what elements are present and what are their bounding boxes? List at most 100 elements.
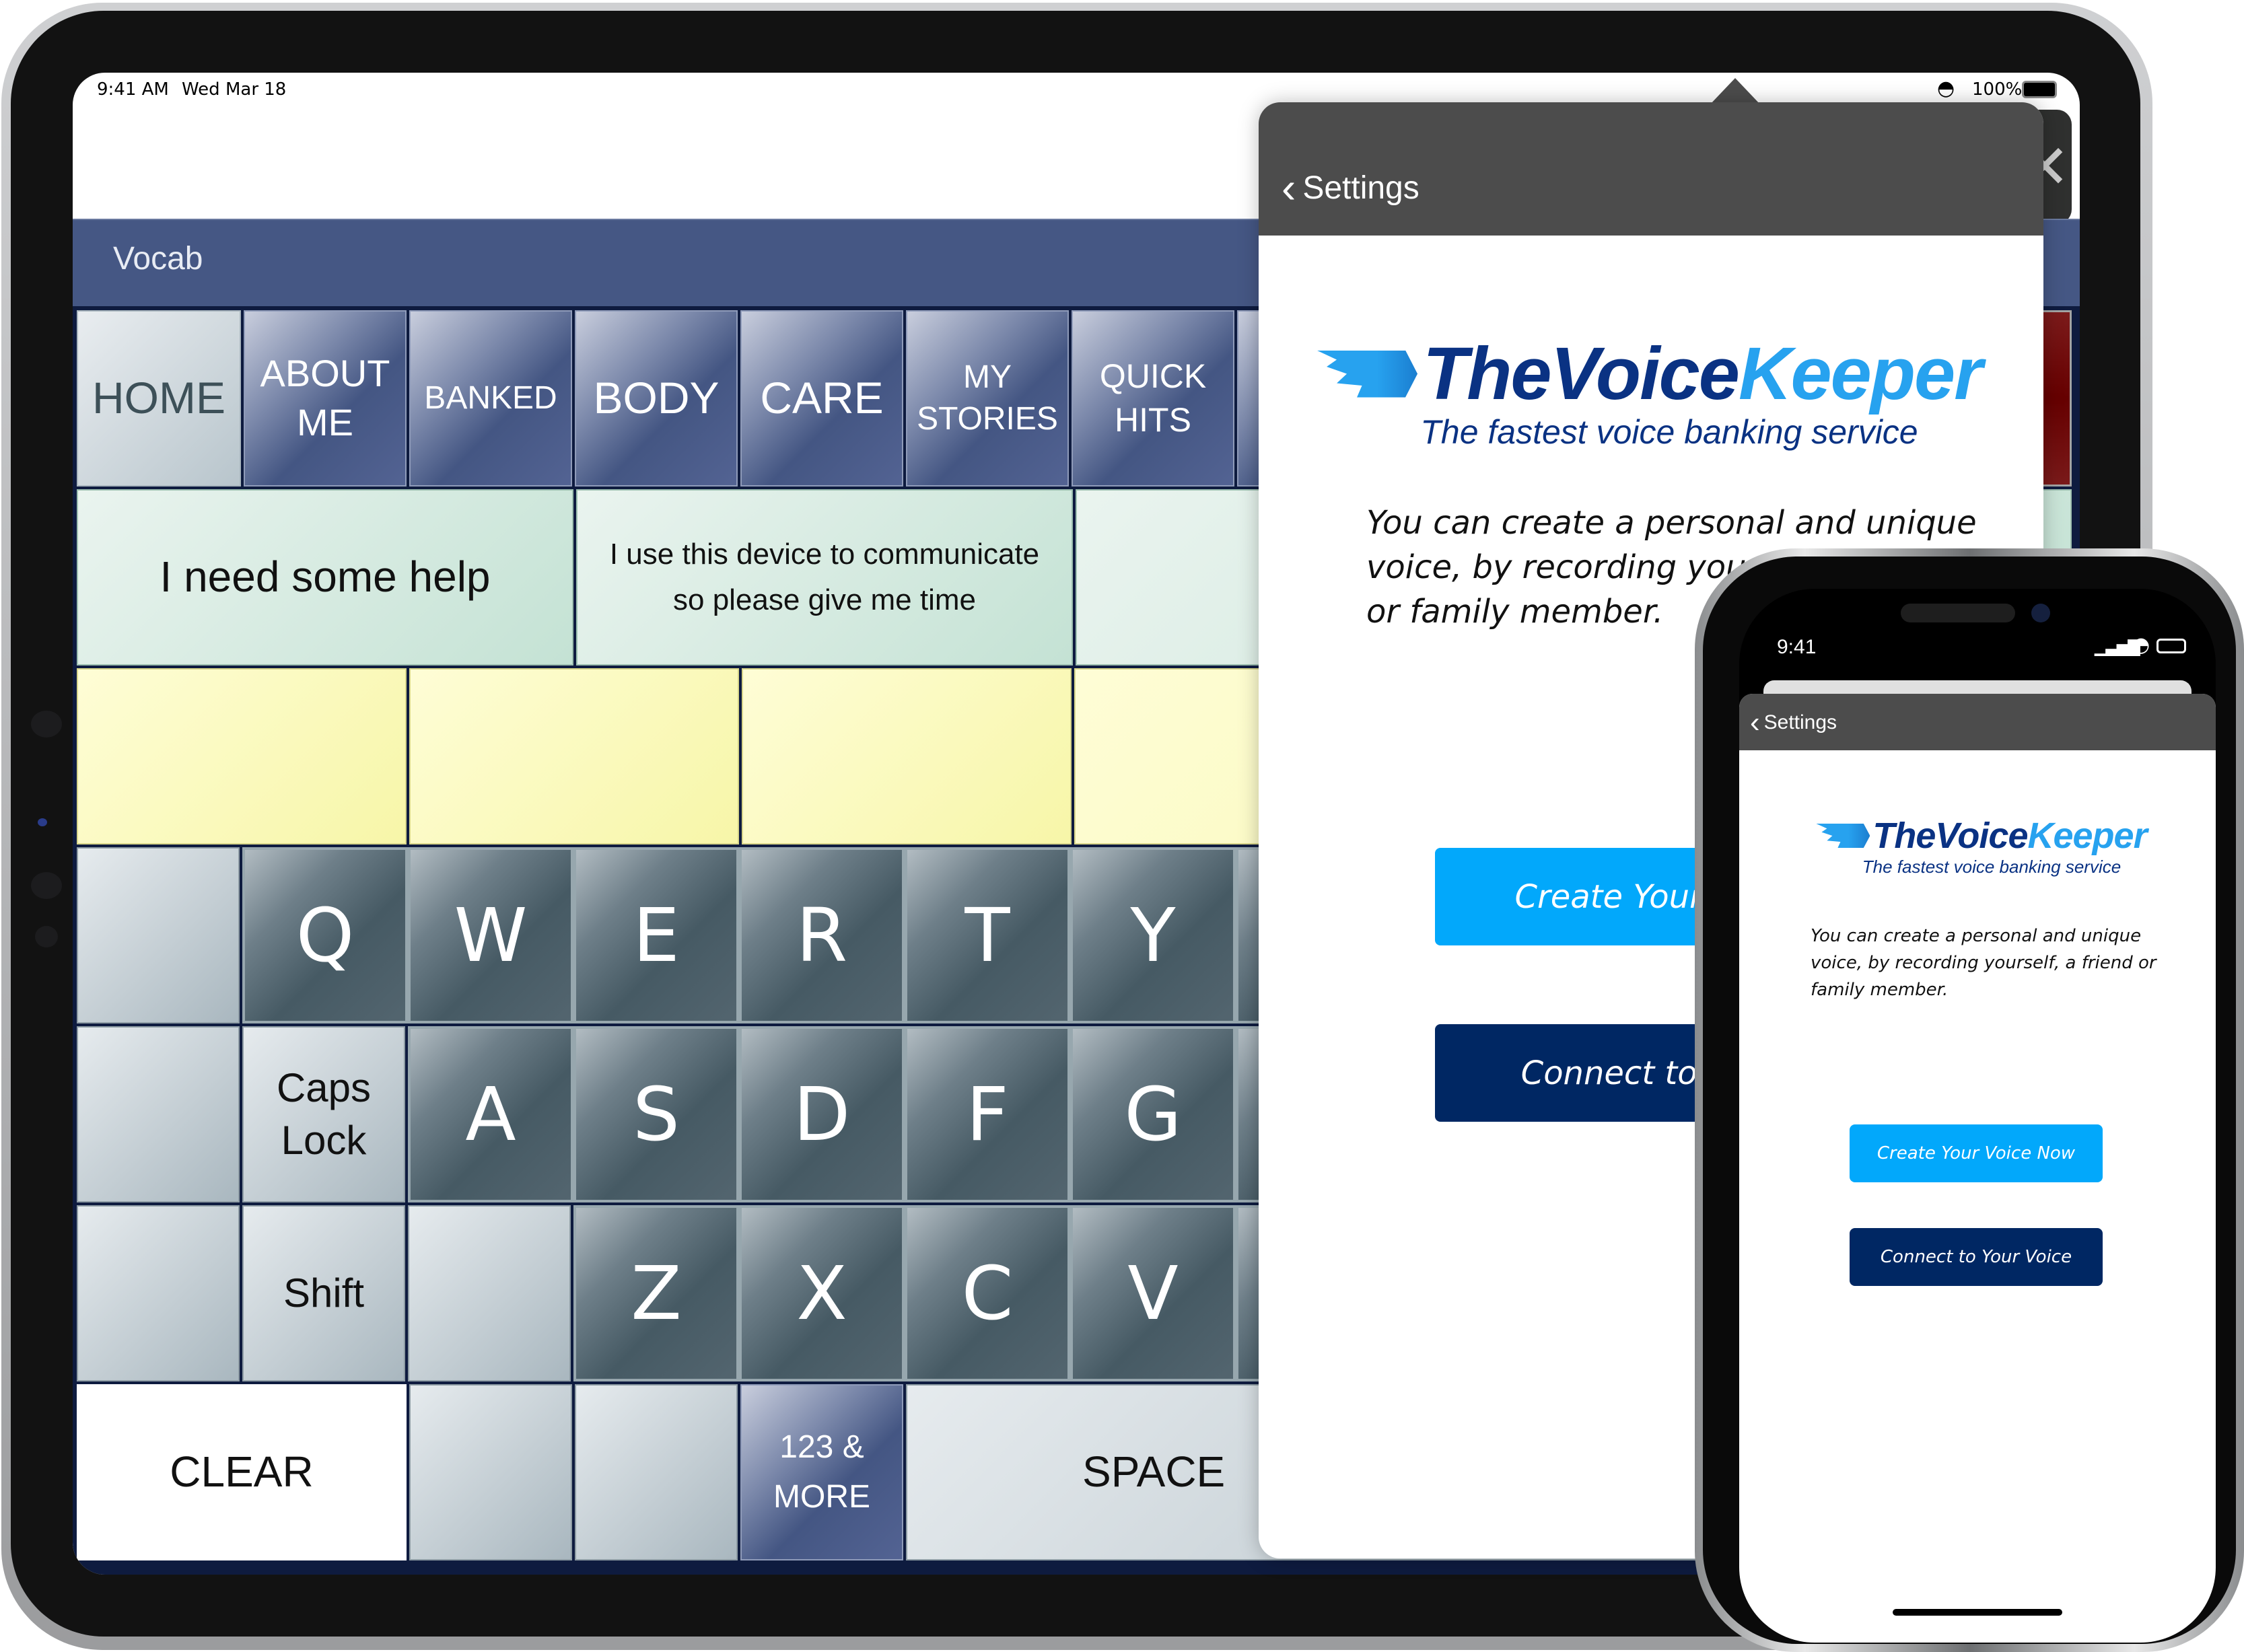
- settings-sheet: ‹ Settings The Voice Keeper The fastest vo…: [1739, 694, 2216, 1643]
- key-label: F: [966, 1071, 1009, 1157]
- nav-tile-my-stories[interactable]: MY STORIES: [906, 310, 1069, 487]
- phrase-label: I need some help: [160, 552, 491, 602]
- key-label: Y: [1130, 892, 1176, 978]
- key-z[interactable]: Z: [573, 1205, 739, 1381]
- key-label: A: [465, 1071, 516, 1157]
- ipad-sensor-icon: [31, 872, 62, 899]
- key-label: E: [633, 892, 680, 978]
- chevron-left-icon: ‹: [1750, 706, 1760, 739]
- key-w[interactable]: W: [408, 847, 573, 1023]
- key-t[interactable]: T: [905, 847, 1070, 1023]
- yellow-tile[interactable]: [409, 668, 739, 845]
- nav-tile-label: CARE: [760, 373, 884, 423]
- key-f[interactable]: F: [905, 1026, 1070, 1202]
- ipad-sensor-icon: [35, 926, 58, 947]
- connect-voice-label: Connect to Your Voice: [1880, 1247, 2072, 1267]
- home-indicator[interactable]: [1893, 1609, 2062, 1616]
- voicekeeper-logo: The Voice Keeper The fastest voice banking…: [1317, 331, 1983, 452]
- key-label: G: [1124, 1071, 1182, 1157]
- key-label: Z: [631, 1250, 682, 1336]
- key-label: W: [454, 892, 528, 978]
- key-r[interactable]: R: [739, 847, 905, 1023]
- ipad-camera-icon: [38, 818, 47, 826]
- chevron-left-icon: ‹: [1282, 164, 1296, 212]
- battery-icon: [2022, 81, 2057, 98]
- status-date: Wed Mar 18: [182, 79, 287, 100]
- iphone-device-frame: 9:41 ▁▃▅▇ ◓ ‹ Settings TheVoiceKeeper: [1695, 548, 2244, 1652]
- logo-the: The: [1872, 816, 1936, 856]
- voicekeeper-logo: The Voice Keeper The fastest voice banking…: [1780, 815, 2183, 877]
- battery-icon: [2157, 639, 2186, 653]
- nav-tile-home[interactable]: HOME: [77, 310, 241, 487]
- nav-tile-about-me[interactable]: ABOUT ME: [244, 310, 407, 487]
- caps-lock-key[interactable]: Caps Lock: [242, 1026, 405, 1202]
- back-button[interactable]: ‹ Settings: [1750, 706, 1837, 740]
- key-e[interactable]: E: [573, 847, 739, 1023]
- popover-arrow: [1710, 78, 1761, 105]
- clear-button[interactable]: CLEAR: [77, 1384, 407, 1560]
- iphone-screen: 9:41 ▁▃▅▇ ◓ ‹ Settings TheVoiceKeeper: [1739, 589, 2216, 1643]
- create-voice-label: Create Your Voice Now: [1877, 1143, 2076, 1163]
- back-button[interactable]: ‹ Settings: [1282, 163, 1419, 213]
- yellow-tile[interactable]: [77, 668, 407, 845]
- logo-keeper: Keeper: [1739, 332, 1983, 415]
- key-label: S: [633, 1071, 680, 1157]
- key-y[interactable]: Y: [1070, 847, 1236, 1023]
- key-q[interactable]: Q: [242, 847, 408, 1023]
- battery-percent: 100%: [1972, 79, 2023, 100]
- blank-key[interactable]: [77, 847, 240, 1023]
- key-label: R: [796, 892, 848, 978]
- yellow-tile[interactable]: [742, 668, 1072, 845]
- key-s[interactable]: S: [573, 1026, 739, 1202]
- key-v[interactable]: V: [1070, 1205, 1236, 1381]
- key-a[interactable]: A: [408, 1026, 573, 1202]
- key-label: Q: [295, 892, 355, 978]
- speaker-grille: [1901, 604, 2015, 622]
- blank-key[interactable]: [408, 1205, 571, 1381]
- nav-tile-label: BODY: [593, 373, 720, 423]
- clear-label: CLEAR: [170, 1447, 314, 1497]
- key-d[interactable]: D: [739, 1026, 905, 1202]
- create-voice-button[interactable]: Create Your Voice Now: [1850, 1124, 2103, 1182]
- connect-voice-button[interactable]: Connect to Your Voice: [1850, 1228, 2103, 1286]
- logo-tagline: The fastest voice banking service: [1862, 857, 2122, 877]
- key-label: D: [793, 1071, 851, 1157]
- wifi-icon: ◓: [2132, 633, 2150, 657]
- blank-key[interactable]: [77, 1026, 240, 1202]
- phrase-label: I use this device to communicate so plea…: [609, 537, 1040, 616]
- nav-tile-quick-hits[interactable]: QUICK HITS: [1072, 310, 1234, 487]
- popover-header: ‹ Settings: [1259, 102, 2043, 236]
- blank-key[interactable]: [575, 1384, 738, 1560]
- logo-keeper: Keeper: [2027, 816, 2148, 856]
- ipad-sensor-icon: [31, 711, 62, 738]
- wings-icon: [1816, 824, 1870, 848]
- logo-voice: Voice: [1935, 816, 2028, 856]
- phrase-tile-use-device[interactable]: I use this device to communicate so plea…: [576, 489, 1073, 666]
- sheet-header: ‹ Settings: [1739, 694, 2216, 750]
- key-label: Caps Lock: [276, 1065, 372, 1163]
- front-camera-icon: [2031, 604, 2050, 622]
- shift-key[interactable]: Shift: [242, 1205, 405, 1381]
- logo-the: The: [1423, 332, 1552, 415]
- vocab-title: Vocab: [113, 241, 203, 277]
- back-label: Settings: [1763, 711, 1837, 733]
- key-g[interactable]: G: [1070, 1026, 1236, 1202]
- blank-key[interactable]: [409, 1384, 572, 1560]
- phrase-tile-need-help[interactable]: I need some help: [77, 489, 573, 666]
- more-symbols-button[interactable]: 123 & MORE: [740, 1384, 903, 1560]
- description-text: You can create a personal and unique voi…: [1811, 926, 2157, 1000]
- iphone-bezel: 9:41 ▁▃▅▇ ◓ ‹ Settings TheVoiceKeeper: [1703, 556, 2236, 1644]
- nav-tile-label: QUICK HITS: [1099, 357, 1207, 439]
- status-time: 9:41 AM: [97, 79, 169, 100]
- logo-voice: Voice: [1550, 332, 1740, 415]
- key-c[interactable]: C: [905, 1205, 1070, 1381]
- wifi-icon: ◓: [1937, 77, 1955, 100]
- key-x[interactable]: X: [739, 1205, 905, 1381]
- nav-tile-care[interactable]: CARE: [740, 310, 903, 487]
- nav-tile-banked[interactable]: BANKED: [409, 310, 572, 487]
- iphone-status-time: 9:41: [1777, 636, 1817, 658]
- key-label: T: [965, 892, 1010, 978]
- nav-tile-body[interactable]: BODY: [575, 310, 738, 487]
- blank-key[interactable]: [77, 1205, 240, 1381]
- key-label: Shift: [283, 1270, 365, 1316]
